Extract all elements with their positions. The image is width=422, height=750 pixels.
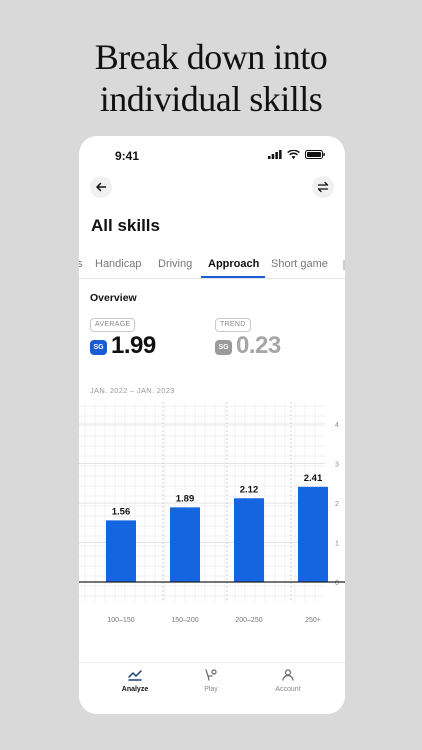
average-label: AVERAGE — [90, 318, 136, 332]
tab-overflow-indicator — [343, 260, 345, 270]
golf-tee-icon — [205, 669, 217, 681]
swap-arrows-icon — [317, 181, 329, 193]
x-tick-label: 200–250 — [235, 617, 262, 624]
trend-chart-icon — [128, 670, 142, 681]
trend-label: TREND — [215, 318, 251, 332]
headline: Break down into individual skills — [0, 36, 422, 120]
bar-value-label: 1.56 — [112, 506, 131, 517]
trend-value: 0.23 — [236, 332, 281, 359]
approach-chart: 0 1 2 3 4 1.56 100–150 1.89 150–200 2.12 200–250 2.… — [79, 402, 345, 632]
tab-short-game[interactable]: Short game — [271, 258, 328, 270]
bar-chart-svg: 0 1 2 3 4 1.56 100–150 1.89 150–200 2.12 200–250 2.… — [79, 402, 345, 624]
trend-sg-badge: SG — [215, 340, 232, 355]
battery-icon — [305, 150, 325, 159]
person-icon — [282, 669, 294, 681]
status-time: 9:41 — [115, 149, 140, 163]
headline-line-1: Break down into — [94, 37, 328, 77]
bar-0 — [106, 520, 136, 582]
average-value: 1.99 — [111, 332, 156, 359]
active-tab-underline — [201, 276, 265, 278]
bottom-navigation: Analyze Play Account — [79, 662, 345, 714]
nav-play[interactable]: Play — [181, 669, 241, 693]
tab-driving[interactable]: Driving — [158, 258, 192, 270]
status-icons — [268, 150, 325, 159]
filter-button[interactable] — [312, 176, 334, 198]
signal-icon — [268, 150, 282, 159]
overview-title: Overview — [90, 292, 137, 304]
back-button[interactable] — [90, 176, 112, 198]
skill-tabs: s Handicap Driving Approach Short game — [79, 254, 345, 279]
nav-account[interactable]: Account — [258, 669, 318, 693]
wifi-icon — [287, 150, 300, 159]
page-title: All skills — [91, 216, 160, 235]
tab-scoring[interactable]: s — [79, 258, 83, 270]
bar-value-label: 1.89 — [176, 493, 195, 504]
phone-screen: 9:41 All skills s Handicap Driving Appro… — [79, 136, 345, 714]
tab-handicap[interactable]: Handicap — [95, 258, 141, 270]
y-tick-label: 3 — [335, 462, 339, 469]
average-sg-badge: SG — [90, 340, 107, 355]
bar-3 — [298, 486, 328, 582]
headline-line-2: individual skills — [99, 79, 323, 119]
nav-analyze-label: Analyze — [121, 686, 149, 693]
y-tick-label: 4 — [335, 422, 339, 429]
bar-2 — [234, 498, 264, 582]
bar-value-label: 2.41 — [304, 473, 323, 484]
status-bar: 9:41 — [79, 136, 345, 176]
y-tick-label: 2 — [335, 501, 339, 508]
nav-account-label: Account — [275, 686, 301, 693]
x-tick-label: 150–200 — [171, 617, 198, 624]
bar-value-label: 2.12 — [240, 484, 259, 495]
y-tick-label: 1 — [335, 541, 339, 548]
y-tick-label: 0 — [335, 580, 339, 587]
nav-play-label: Play — [204, 686, 218, 693]
x-tick-label: 250+ — [305, 617, 321, 624]
x-tick-label: 100–150 — [107, 617, 134, 624]
date-range: JAN. 2022 – JAN. 2023 — [90, 386, 175, 395]
tab-approach[interactable]: Approach — [208, 258, 259, 270]
arrow-left-icon — [96, 182, 107, 192]
bar-1 — [170, 507, 200, 582]
nav-analyze[interactable]: Analyze — [105, 669, 165, 693]
